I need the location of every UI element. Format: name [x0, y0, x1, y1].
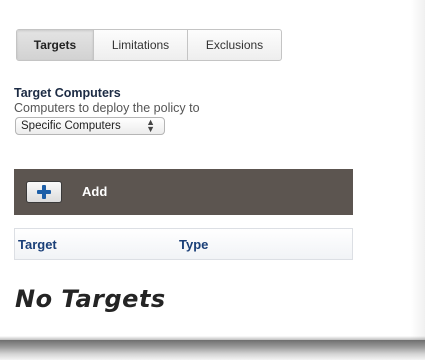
plus-icon-vertical — [42, 185, 46, 199]
empty-state-message: No Targets — [15, 285, 166, 313]
tab-limitations[interactable]: Limitations — [94, 30, 188, 60]
select-arrows-icon: ▲ ▼ — [146, 117, 155, 134]
window-shadow — [0, 336, 425, 360]
tab-targets[interactable]: Targets — [17, 30, 94, 60]
scope-tabs: Targets Limitations Exclusions — [16, 29, 282, 61]
targets-table-header: Target Type — [14, 228, 353, 260]
section-title: Target Computers — [14, 86, 121, 100]
column-header-target[interactable]: Target — [18, 237, 57, 252]
add-toolbar: Add — [14, 169, 353, 215]
tab-exclusions[interactable]: Exclusions — [188, 30, 281, 60]
target-type-select[interactable]: Specific Computers ▲ ▼ — [15, 117, 165, 135]
column-header-type[interactable]: Type — [179, 237, 208, 252]
add-label: Add — [82, 184, 108, 199]
policy-scope-panel: Targets Limitations Exclusions Target Co… — [0, 0, 425, 344]
panel-edge — [411, 0, 425, 344]
add-button[interactable] — [26, 181, 62, 203]
section-description: Computers to deploy the policy to — [14, 101, 200, 115]
select-value: Specific Computers — [21, 120, 121, 132]
